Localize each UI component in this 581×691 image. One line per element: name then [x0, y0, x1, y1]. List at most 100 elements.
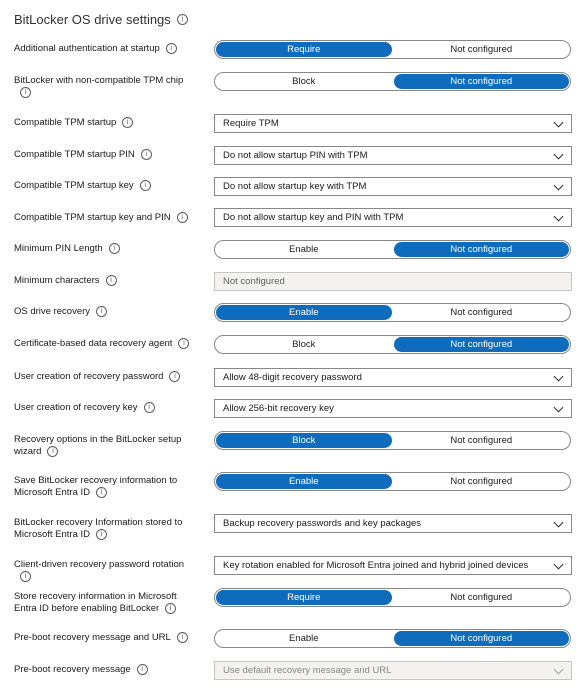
- toggle-option-enable[interactable]: Enable: [216, 631, 392, 646]
- info-icon[interactable]: [165, 603, 177, 614]
- setting-label-compatible-tpm-startup-key-and-pin: Compatible TPM startup key and PIN: [14, 212, 199, 224]
- dropdown-pre-boot-recovery-message: Use default recovery message and URL: [214, 661, 572, 680]
- setting-label-text: User creation of recovery key: [14, 402, 138, 414]
- setting-label-text: Certificate-based data recovery agent: [14, 338, 173, 350]
- info-icon[interactable]: [178, 338, 190, 349]
- info-icon[interactable]: [20, 571, 31, 582]
- info-icon[interactable]: [105, 275, 117, 286]
- info-icon[interactable]: [165, 43, 177, 54]
- toggle-option-enable[interactable]: Enable: [216, 305, 392, 320]
- toggle-option-enable[interactable]: Enable: [216, 474, 392, 489]
- toggle-option-block[interactable]: Block: [216, 433, 392, 448]
- chevron-down-icon[interactable]: [553, 117, 564, 128]
- chevron-down-icon[interactable]: [553, 149, 564, 160]
- chevron-down-icon[interactable]: [553, 180, 564, 191]
- section-title: BitLocker OS drive settings: [14, 12, 188, 27]
- toggle-option-not-configured[interactable]: Not configured: [394, 433, 570, 448]
- toggle-pre-boot-recovery-message-and-url[interactable]: Enable Not configured: [214, 629, 571, 648]
- info-icon[interactable]: [122, 117, 134, 128]
- dropdown-value: Allow 256-bit recovery key: [223, 403, 334, 414]
- dropdown-compatible-tpm-startup-key-and-pin[interactable]: Do not allow startup key and PIN with TP…: [214, 208, 572, 227]
- info-icon[interactable]: [143, 402, 155, 413]
- info-icon[interactable]: [47, 446, 59, 457]
- dropdown-compatible-tpm-startup-key[interactable]: Do not allow startup key with TPM: [214, 177, 572, 196]
- toggle-option-not-configured[interactable]: Not configured: [393, 337, 569, 352]
- toggle-option-not-configured[interactable]: Not configured: [394, 42, 570, 57]
- info-icon[interactable]: [176, 212, 188, 223]
- setting-label-minimum-characters: Minimum characters: [14, 275, 199, 287]
- dropdown-value: Use default recovery message and URL: [223, 665, 392, 676]
- toggle-option-not-configured[interactable]: Not configured: [393, 242, 569, 257]
- setting-label-text: Compatible TPM startup key: [14, 180, 134, 192]
- setting-label-text: OS drive recovery: [14, 306, 91, 318]
- setting-label-additional-authentication-at-startup: Additional authentication at startup: [14, 43, 199, 55]
- info-icon[interactable]: [169, 371, 181, 382]
- toggle-os-drive-recovery[interactable]: Enable Not configured: [214, 303, 571, 322]
- chevron-down-icon[interactable]: [553, 211, 564, 222]
- setting-label-store-recovery-information-in-microsoft-entra-id-before-enabling-bitlocker: Store recovery information in Microsoft …: [14, 591, 199, 615]
- dropdown-value: Allow 48-digit recovery password: [223, 372, 362, 383]
- setting-label-minimum-pin-length: Minimum PIN Length: [14, 243, 199, 255]
- setting-label-pre-boot-recovery-message-and-url: Pre-boot recovery message and URL: [14, 632, 199, 644]
- setting-label-save-bitlocker-recovery-information-to-microsoft-entra-id: Save BitLocker recovery information to M…: [14, 475, 199, 499]
- dropdown-value: Do not allow startup key with TPM: [223, 181, 367, 192]
- toggle-save-bitlocker-recovery-information-to-microsoft-entra-id[interactable]: Enable Not configured: [214, 472, 571, 491]
- info-icon[interactable]: [176, 14, 188, 25]
- textbox-minimum-characters: Not configured: [214, 272, 572, 291]
- info-icon[interactable]: [108, 243, 120, 254]
- toggle-certificate-based-data-recovery-agent[interactable]: Block Not configured: [214, 335, 571, 354]
- section-title-text: BitLocker OS drive settings: [14, 12, 171, 27]
- toggle-option-not-configured[interactable]: Not configured: [394, 305, 570, 320]
- setting-label-pre-boot-recovery-message: Pre-boot recovery message: [14, 664, 199, 676]
- dropdown-user-creation-of-recovery-key[interactable]: Allow 256-bit recovery key: [214, 399, 572, 418]
- chevron-down-icon[interactable]: [553, 517, 564, 528]
- toggle-bitlocker-with-non-compatible-tpm-chip[interactable]: Block Not configured: [214, 72, 571, 91]
- toggle-option-block[interactable]: Block: [216, 74, 392, 89]
- toggle-recovery-options-in-the-bitlocker-setup-wizard[interactable]: Block Not configured: [214, 431, 571, 450]
- chevron-down-icon[interactable]: [553, 559, 564, 570]
- info-icon[interactable]: [96, 487, 108, 498]
- toggle-option-not-configured[interactable]: Not configured: [394, 590, 570, 605]
- dropdown-client-driven-recovery-password-rotation[interactable]: Key rotation enabled for Microsoft Entra…: [214, 556, 572, 575]
- info-icon[interactable]: [96, 306, 108, 317]
- setting-label-text: BitLocker with non-compatible TPM chip: [14, 75, 184, 86]
- chevron-down-icon[interactable]: [553, 402, 564, 413]
- toggle-store-recovery-information-in-microsoft-entra-id-before-enabling-bitlocker[interactable]: Require Not configured: [214, 588, 571, 607]
- setting-label-bitlocker-recovery-information-stored-to-microsoft-entra-id: BitLocker recovery Information stored to…: [14, 517, 199, 541]
- toggle-option-require[interactable]: Require: [216, 42, 392, 57]
- setting-label-text: Recovery options in the BitLocker setup …: [14, 434, 182, 458]
- info-icon[interactable]: [136, 664, 148, 675]
- toggle-option-enable[interactable]: Enable: [216, 242, 392, 257]
- setting-label-text: Compatible TPM startup key and PIN: [14, 212, 171, 224]
- setting-label-compatible-tpm-startup: Compatible TPM startup: [14, 117, 199, 129]
- dropdown-user-creation-of-recovery-password[interactable]: Allow 48-digit recovery password: [214, 368, 572, 387]
- setting-label-text: Compatible TPM startup: [14, 117, 117, 129]
- setting-label-compatible-tpm-startup-key: Compatible TPM startup key: [14, 180, 199, 192]
- toggle-option-block[interactable]: Block: [216, 337, 392, 352]
- setting-label-text: Pre-boot recovery message: [14, 664, 131, 676]
- toggle-option-not-configured[interactable]: Not configured: [393, 74, 569, 89]
- dropdown-compatible-tpm-startup[interactable]: Require TPM: [214, 114, 572, 133]
- chevron-down-icon[interactable]: [553, 371, 564, 382]
- dropdown-value: Require TPM: [223, 118, 279, 129]
- setting-label-text: Store recovery information in Microsoft …: [14, 591, 177, 615]
- toggle-option-require[interactable]: Require: [216, 590, 392, 605]
- dropdown-value: Do not allow startup key and PIN with TP…: [223, 212, 404, 223]
- dropdown-bitlocker-recovery-information-stored-to-microsoft-entra-id[interactable]: Backup recovery passwords and key packag…: [214, 514, 572, 533]
- toggle-minimum-pin-length[interactable]: Enable Not configured: [214, 240, 571, 259]
- toggle-option-not-configured[interactable]: Not configured: [393, 631, 569, 646]
- info-icon[interactable]: [176, 632, 188, 643]
- info-icon[interactable]: [140, 149, 152, 160]
- info-icon[interactable]: [139, 180, 151, 191]
- dropdown-compatible-tpm-startup-pin[interactable]: Do not allow startup PIN with TPM: [214, 146, 572, 165]
- info-icon[interactable]: [20, 87, 31, 98]
- setting-label-text: Minimum characters: [14, 275, 100, 287]
- dropdown-value: Key rotation enabled for Microsoft Entra…: [223, 560, 529, 571]
- toggle-additional-authentication-at-startup[interactable]: Require Not configured: [214, 40, 571, 59]
- info-icon[interactable]: [96, 529, 108, 540]
- toggle-option-not-configured[interactable]: Not configured: [394, 474, 570, 489]
- setting-label-text: Pre-boot recovery message and URL: [14, 632, 171, 644]
- setting-label-text: Compatible TPM startup PIN: [14, 149, 135, 161]
- dropdown-value: Do not allow startup PIN with TPM: [223, 150, 368, 161]
- textbox-value: Not configured: [223, 276, 285, 287]
